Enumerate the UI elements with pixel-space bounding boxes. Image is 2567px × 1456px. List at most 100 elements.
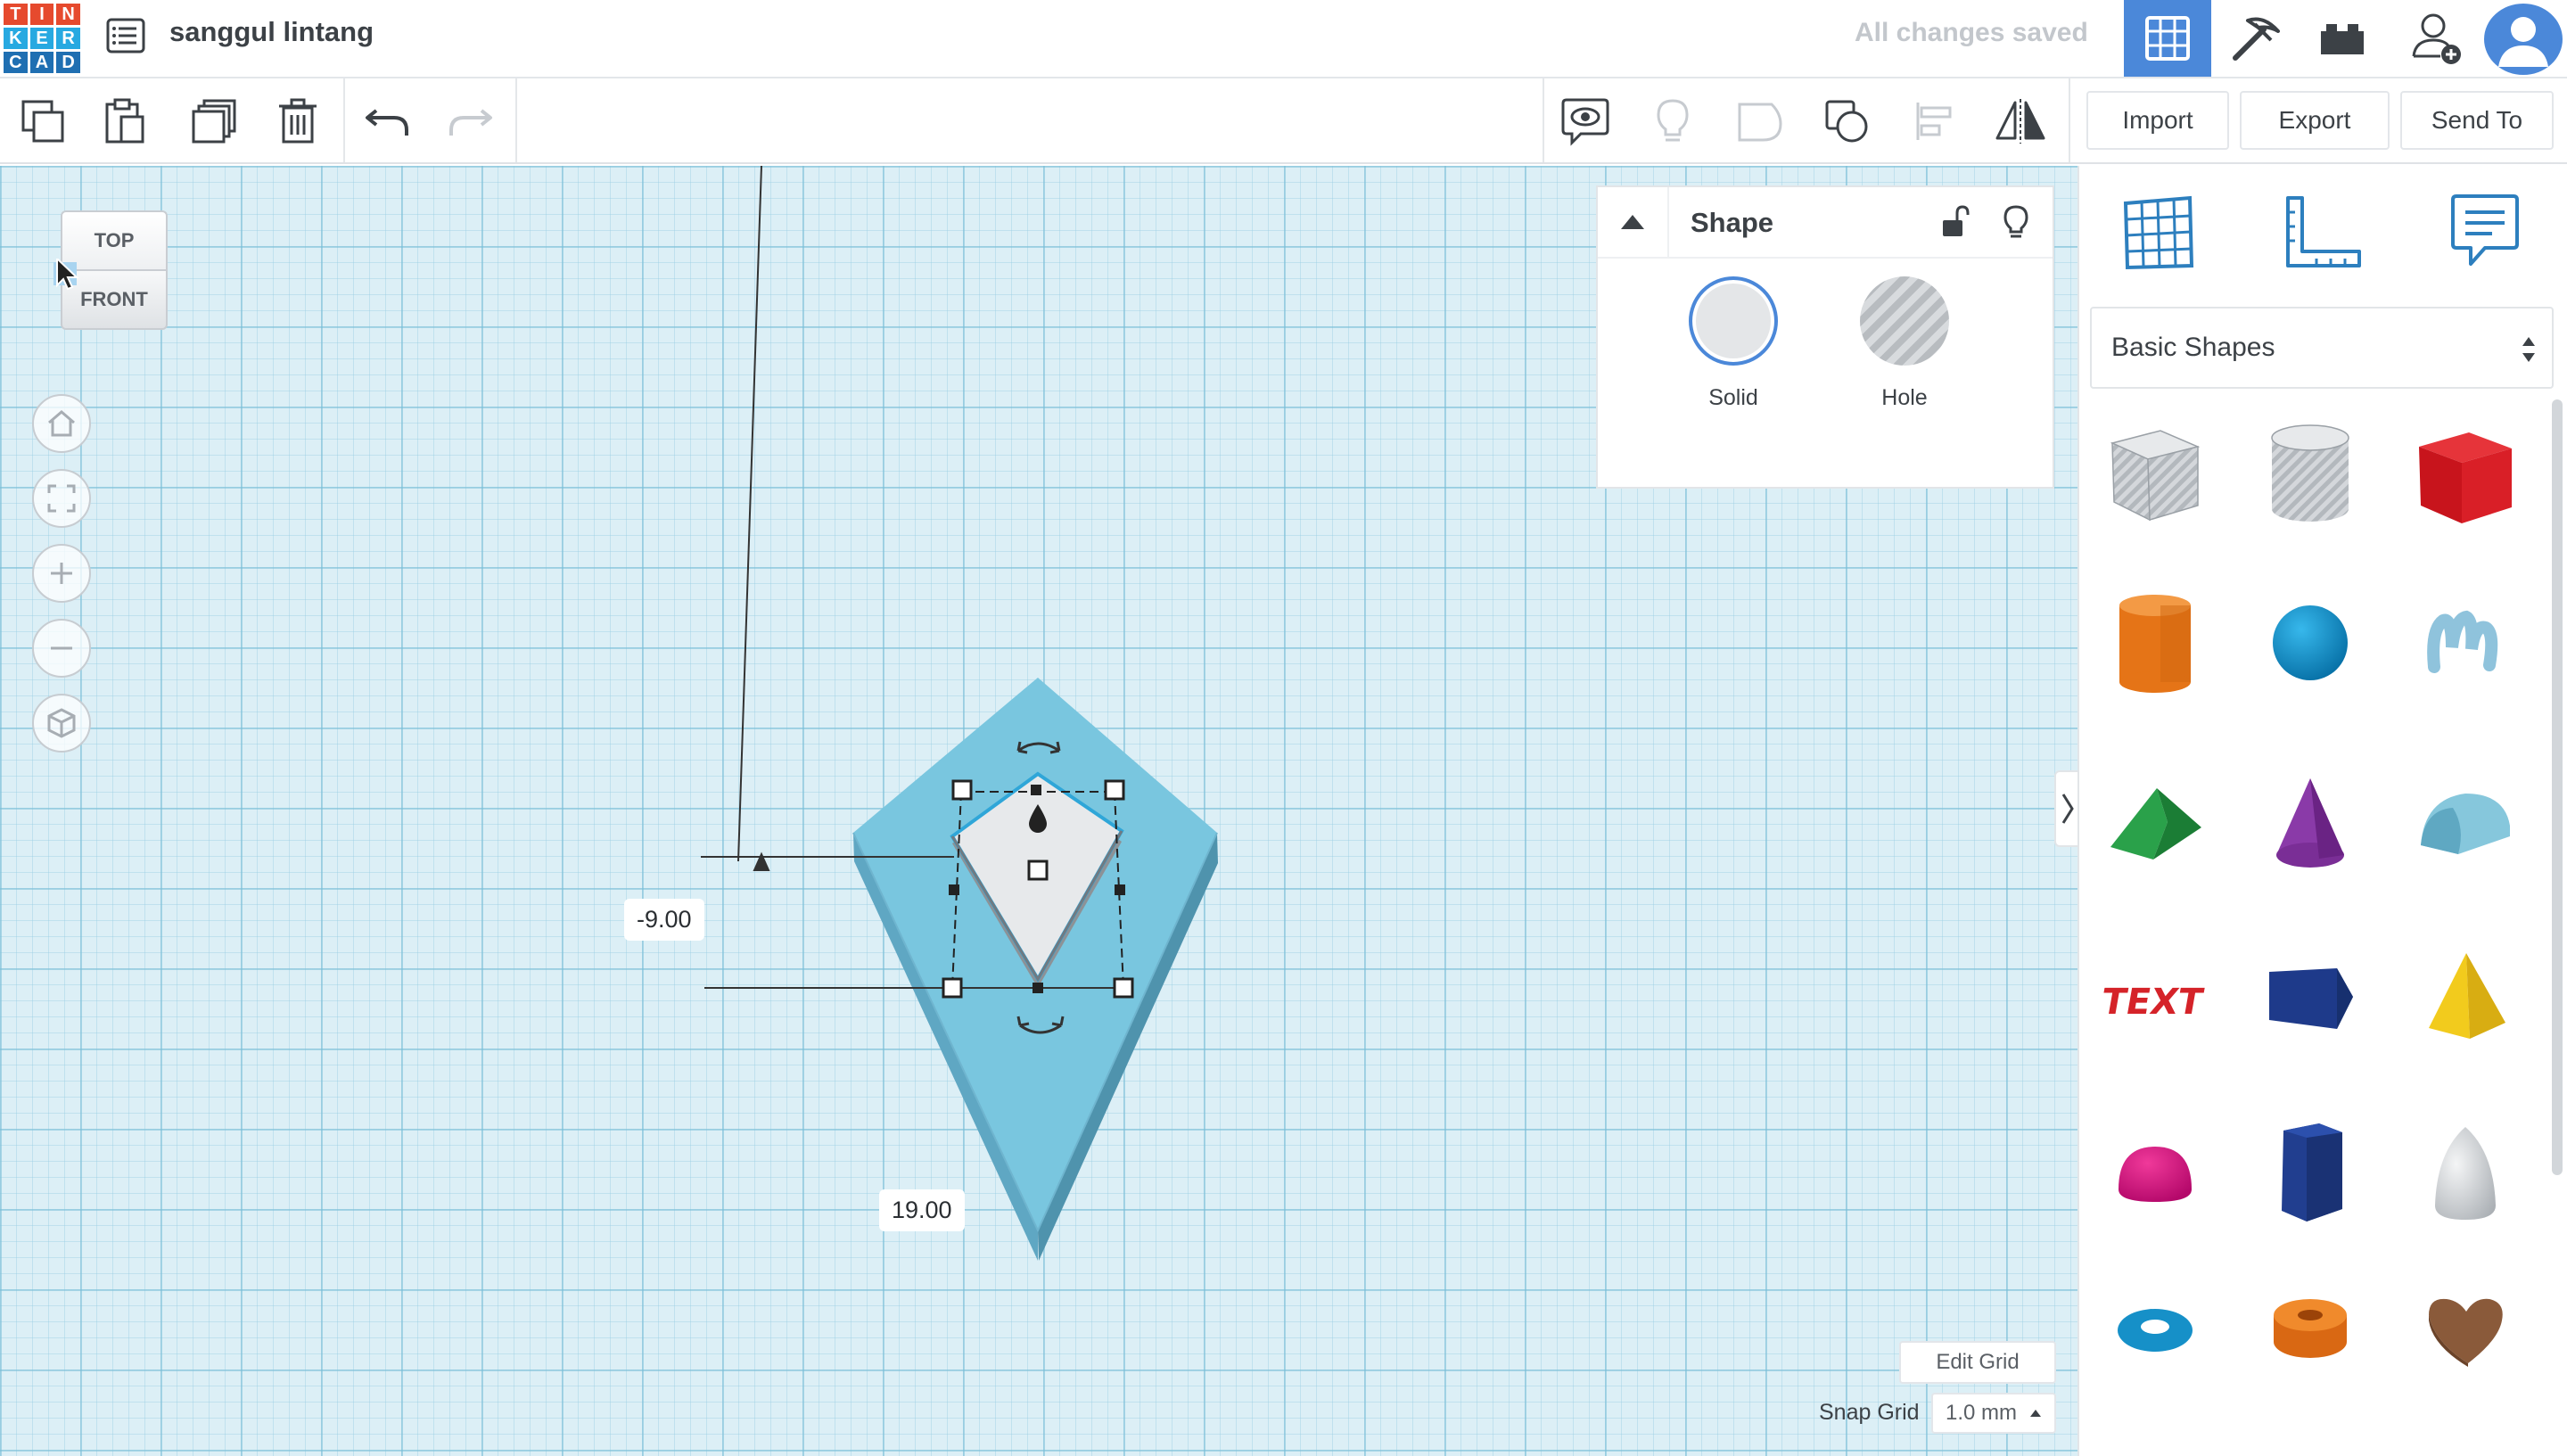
brick-icon (2321, 24, 2364, 54)
note-icon (1561, 98, 1609, 146)
chevron-right-icon (2061, 794, 2074, 824)
shape-cylinder[interactable] (2088, 576, 2222, 710)
logo-letter: K (4, 28, 28, 49)
tinkercad-logo[interactable]: TIN KER CAD (4, 4, 80, 73)
inspector-header: Shape (1598, 187, 2053, 259)
hole-option[interactable]: Hole (1842, 276, 1967, 411)
design-title[interactable]: sanggul lintang (169, 16, 374, 48)
show-all-button[interactable] (1646, 95, 1699, 148)
shape-heart[interactable] (2398, 1263, 2532, 1396)
sphere-icon (2273, 605, 2348, 680)
shape-torus[interactable] (2088, 1263, 2222, 1396)
shape-text[interactable]: TEXT (2088, 933, 2222, 1066)
ruler-icon (2286, 196, 2361, 267)
trash-icon (279, 98, 317, 144)
logo-letter: R (56, 28, 80, 49)
shape-roof[interactable] (2088, 756, 2222, 890)
logo-letter: T (4, 4, 28, 25)
shape-tube[interactable] (2243, 1263, 2377, 1396)
blocks-view-button[interactable] (2211, 0, 2299, 77)
workplane-viewport[interactable]: -9.00 19.00 TOP FRONT Shape Solid Hole E… (0, 166, 2077, 1456)
shape-pyramid[interactable] (2398, 933, 2532, 1066)
show-hide-button[interactable] (1994, 200, 2038, 244)
unlock-icon (1943, 205, 1970, 236)
caret-up-icon (1621, 215, 1644, 229)
x-dimension-field[interactable]: 19.00 (879, 1189, 965, 1231)
list-icon (106, 18, 145, 53)
logo-letter: D (56, 52, 80, 73)
3d-design-view-button[interactable] (2124, 0, 2211, 77)
shape-round-roof[interactable] (2398, 756, 2532, 890)
import-button[interactable]: Import (2086, 91, 2229, 150)
align-icon (1916, 103, 1952, 140)
box-icon (2419, 432, 2512, 523)
y-dimension-field[interactable]: -9.00 (624, 899, 704, 941)
shape-box-hole[interactable] (2088, 407, 2222, 540)
round-roof-icon (2421, 794, 2510, 854)
ungroup-button[interactable] (1821, 95, 1874, 148)
group-button[interactable] (1733, 95, 1787, 148)
panel-scrollbar[interactable] (2552, 399, 2563, 1175)
solid-swatch[interactable] (1689, 276, 1778, 366)
note-button[interactable] (1559, 95, 1612, 148)
collapse-inspector-button[interactable] (1598, 187, 1669, 257)
tube-icon (2274, 1299, 2347, 1358)
export-button[interactable]: Export (2240, 91, 2390, 150)
copy-button[interactable] (16, 95, 70, 148)
zoom-in-button[interactable] (32, 544, 91, 603)
ruler-tab[interactable] (2274, 184, 2372, 282)
notes-tab[interactable] (2436, 184, 2534, 282)
shape-box[interactable] (2398, 407, 2532, 540)
edit-grid-button[interactable]: Edit Grid (1899, 1341, 2056, 1384)
polygon-icon (2269, 968, 2353, 1029)
design-list-button[interactable] (103, 14, 148, 57)
redo-button[interactable] (444, 95, 498, 148)
shape-polygon[interactable] (2243, 933, 2377, 1066)
shape-paraboloid[interactable] (2398, 1107, 2532, 1241)
hexagonal-prism-icon (2282, 1123, 2342, 1222)
fit-view-button[interactable] (32, 469, 91, 528)
shape-cylinder-hole[interactable] (2243, 407, 2377, 540)
zoom-out-button[interactable] (32, 619, 91, 678)
align-button[interactable] (1908, 95, 1962, 148)
shape-scribble[interactable] (2398, 576, 2532, 710)
lock-button[interactable] (1933, 200, 1978, 244)
duplicate-button[interactable] (187, 95, 241, 148)
delete-button[interactable] (271, 95, 325, 148)
cylinder-icon (2119, 595, 2191, 693)
paste-button[interactable] (98, 95, 152, 148)
mirror-button[interactable] (1994, 95, 2047, 148)
solid-label: Solid (1708, 385, 1758, 410)
edit-toolbar: Import Export Send To (0, 78, 2567, 164)
snap-grid-label: Snap Grid (1819, 1400, 1920, 1425)
minus-icon (51, 646, 72, 650)
workplane-tab[interactable] (2110, 184, 2208, 282)
invite-user-button[interactable] (2393, 0, 2481, 77)
collapse-panel-tab[interactable] (2054, 770, 2079, 847)
redo-icon (449, 109, 492, 136)
shape-library-select[interactable]: Basic Shapes (2090, 307, 2554, 389)
shape-cone[interactable] (2243, 756, 2377, 890)
snap-grid-select[interactable]: 1.0 mm (1931, 1393, 2056, 1434)
roof-icon (2110, 788, 2201, 860)
shape-half-sphere[interactable] (2088, 1107, 2222, 1241)
shape-sphere[interactable] (2243, 576, 2377, 710)
toolbar-divider (2069, 78, 2070, 162)
solid-option[interactable]: Solid (1671, 276, 1796, 411)
shapes-panel: Basic Shapes TEXT (2077, 166, 2567, 1456)
bricks-view-button[interactable] (2299, 0, 2386, 77)
user-avatar[interactable] (2481, 2, 2566, 77)
fit-icon (47, 484, 76, 513)
send-to-button[interactable]: Send To (2400, 91, 2554, 150)
logo-letter: C (4, 52, 28, 73)
home-view-button[interactable] (32, 394, 91, 453)
shape-hexagonal-prism[interactable] (2243, 1107, 2377, 1241)
half-sphere-icon (2119, 1147, 2192, 1202)
ungroup-icon (1825, 100, 1868, 143)
pyramid-icon (2429, 953, 2505, 1039)
hole-swatch[interactable] (1860, 276, 1949, 366)
snap-grid-value: 1.0 mm (1946, 1401, 2018, 1425)
undo-button[interactable] (360, 95, 414, 148)
perspective-button[interactable] (32, 694, 91, 753)
paraboloid-icon (2435, 1127, 2496, 1220)
